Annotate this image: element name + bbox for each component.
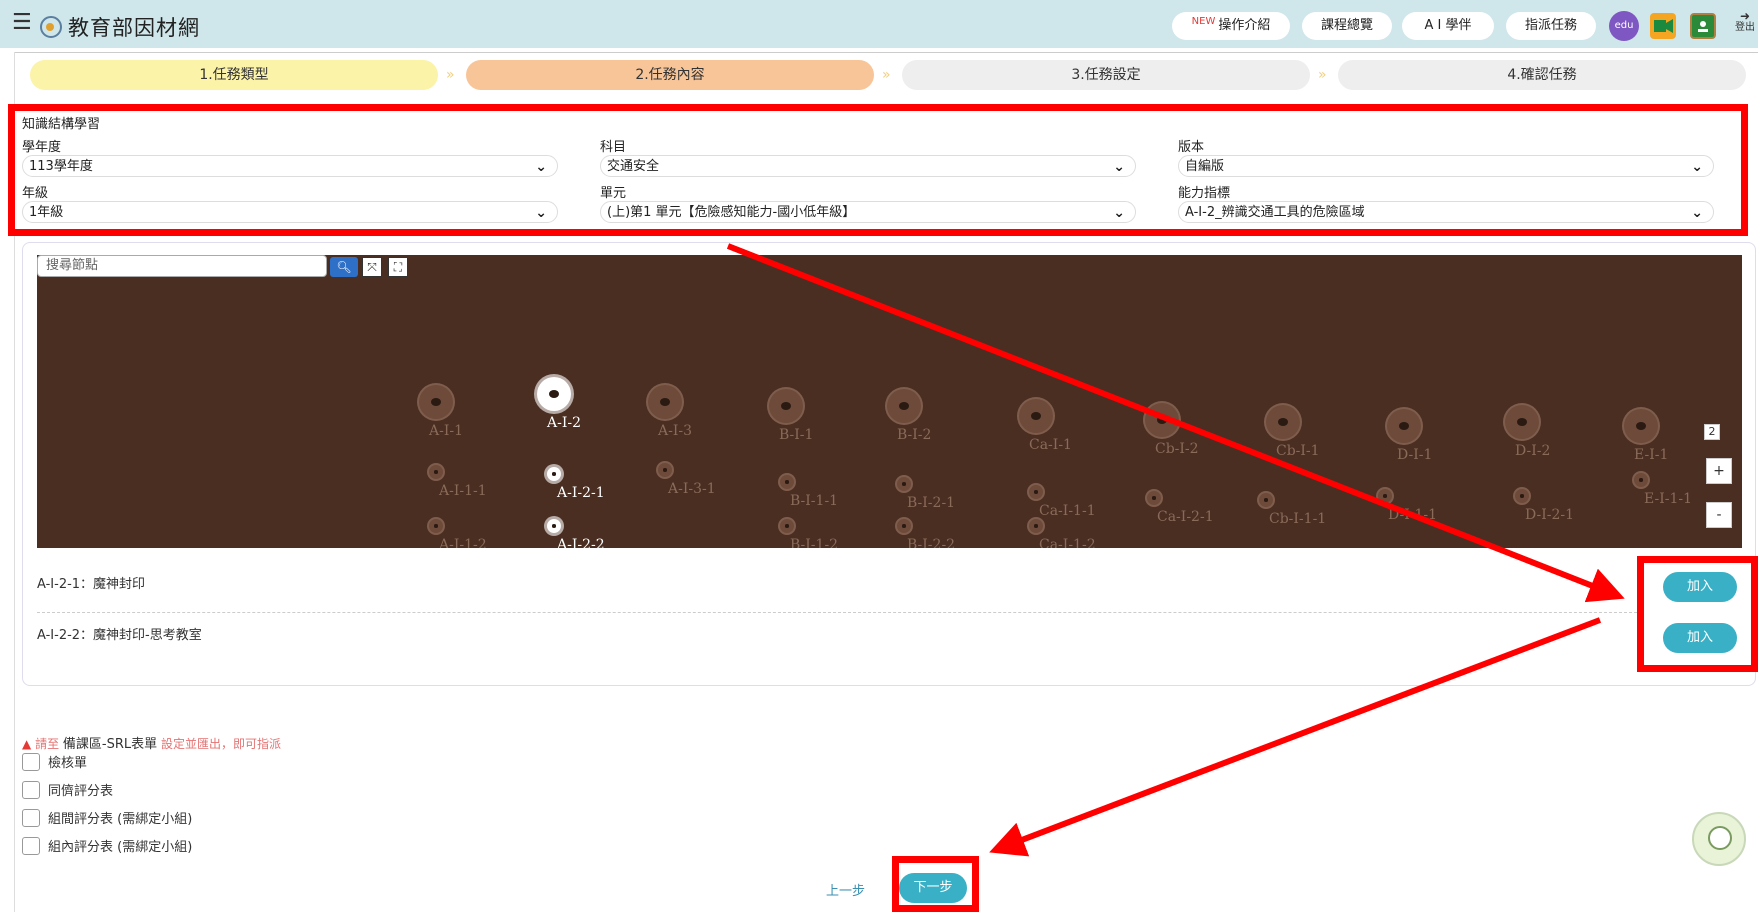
arrow-to-next bbox=[989, 617, 1602, 857]
annotation-arrows bbox=[726, 243, 1625, 857]
arrow-to-add bbox=[726, 243, 1625, 603]
